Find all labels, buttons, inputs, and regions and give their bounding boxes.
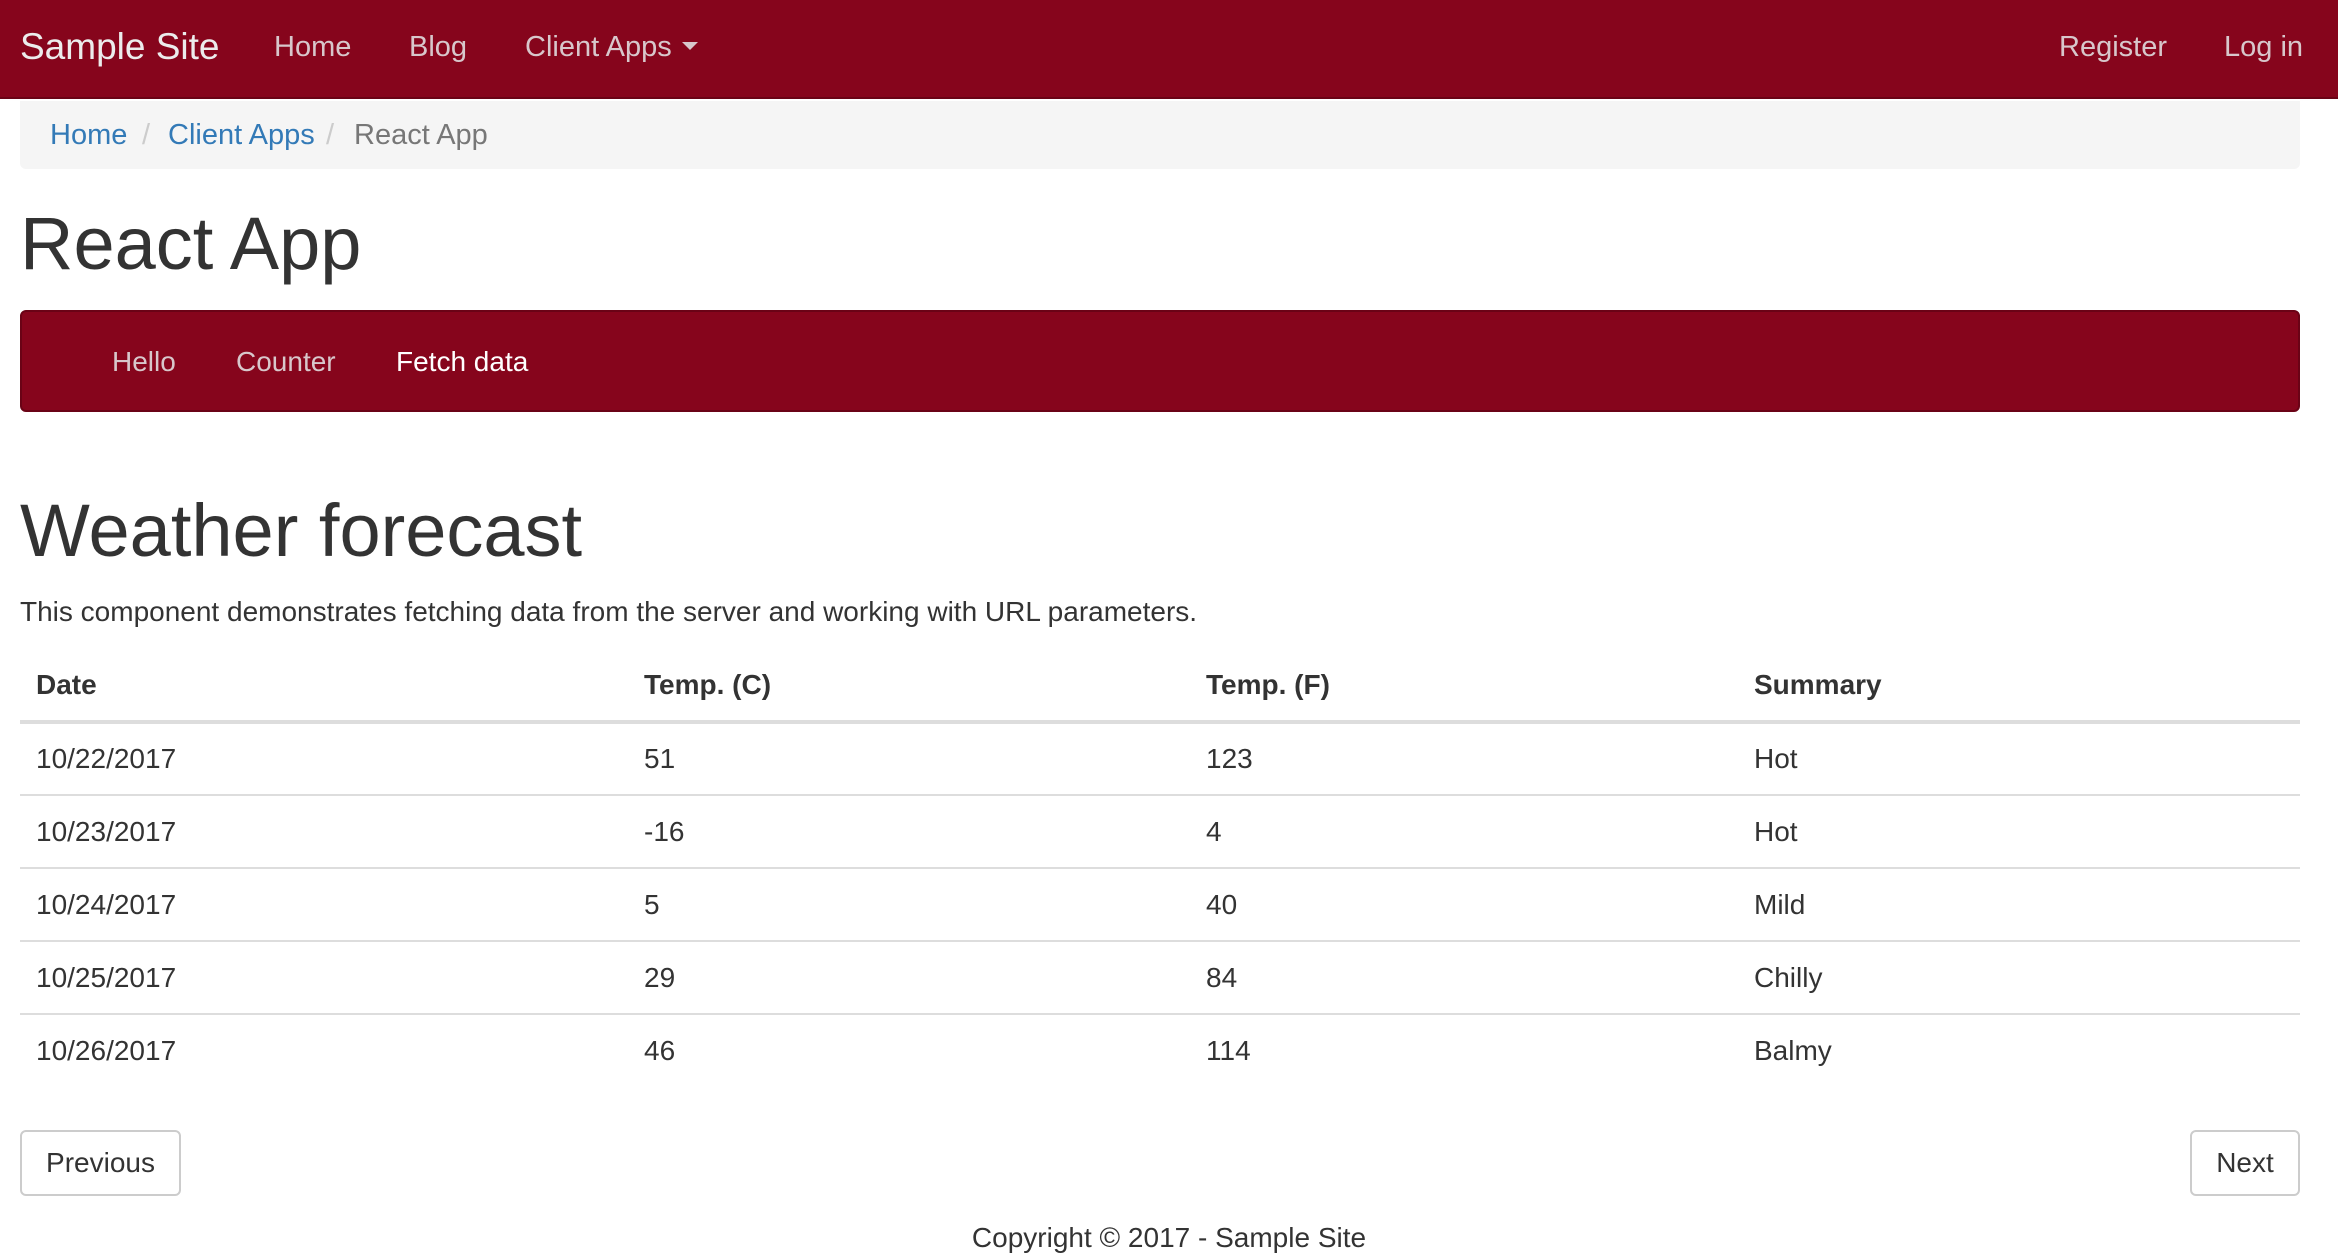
cell-temp-f: 84 (1190, 941, 1738, 1015)
breadcrumb-current: React App (354, 119, 488, 151)
table-row: 10/24/2017 5 40 Mild (20, 868, 2300, 942)
cell-summary: Hot (1738, 795, 2300, 869)
cell-date: 10/24/2017 (20, 868, 628, 942)
brand-link[interactable]: Sample Site (20, 26, 220, 68)
cell-temp-c: 5 (628, 868, 1190, 942)
table-header-row: Date Temp. (C) Temp. (F) Summary (20, 650, 2300, 724)
nav-client-apps-label: Client Apps (525, 31, 672, 63)
cell-temp-c: 46 (644, 1035, 676, 1066)
table-row: 10/26/2017 46 114 Balmy (20, 1014, 2300, 1087)
tab-counter[interactable]: Counter (236, 346, 336, 378)
table-row: 10/22/2017 51 123 Hot (20, 722, 2300, 796)
cell-summary: Mild (1738, 868, 2300, 942)
footer-copyright: Copyright © 2017 - Sample Site (971, 1222, 1367, 1253)
breadcrumb: Home / Client Apps / React App (20, 101, 2300, 169)
forecast-table: Date Temp. (C) Temp. (F) Summary 10/22/2… (20, 650, 2300, 1087)
cell-summary: Balmy (1754, 1035, 1832, 1066)
cell-temp-f: 4 (1190, 795, 1738, 869)
top-navbar: Sample Site Home Blog Client Apps Regist… (0, 0, 2338, 99)
nav-home-link[interactable]: Home (274, 31, 351, 64)
nav-blog-link[interactable]: Blog (409, 31, 467, 64)
cell-temp-f: 123 (1190, 722, 1738, 796)
login-link[interactable]: Log in (2224, 31, 2303, 64)
app-navbar: Hello Counter Fetch data (20, 310, 2300, 412)
cell-summary: Hot (1738, 722, 2300, 796)
cell-date: 10/25/2017 (20, 941, 628, 1015)
cell-date: 10/26/2017 (36, 1035, 177, 1066)
nav-client-apps-dropdown[interactable]: Client Apps (525, 31, 698, 64)
cell-date: 10/23/2017 (20, 795, 628, 869)
caret-down-icon (681, 42, 698, 51)
section-title: Weather forecast (20, 489, 583, 572)
table-row: 10/25/2017 29 84 Chilly (20, 941, 2300, 1015)
tab-hello[interactable]: Hello (112, 346, 176, 378)
cell-temp-c: -16 (628, 795, 1190, 869)
register-link[interactable]: Register (2059, 31, 2167, 64)
page-title: React App (20, 202, 362, 285)
breadcrumb-client-apps-link[interactable]: Client Apps (168, 119, 315, 152)
next-button[interactable]: Next (2190, 1130, 2300, 1196)
breadcrumb-home-link[interactable]: Home (50, 119, 127, 152)
cell-temp-c: 51 (628, 722, 1190, 796)
breadcrumb-separator: / (326, 119, 335, 151)
column-header-temp-f: Temp. (F) (1190, 650, 1738, 724)
cell-summary: Chilly (1738, 941, 2300, 1015)
tab-fetch-data[interactable]: Fetch data (396, 346, 528, 378)
breadcrumb-separator: / (142, 119, 151, 151)
cell-temp-c: 29 (628, 941, 1190, 1015)
column-header-summary: Summary (1738, 650, 2300, 724)
cell-temp-f: 114 (1206, 1035, 1251, 1066)
section-description: This component demonstrates fetching dat… (20, 596, 1198, 627)
table-row: 10/23/2017 -16 4 Hot (20, 795, 2300, 869)
column-header-temp-c: Temp. (C) (628, 650, 1190, 724)
cell-temp-f: 40 (1190, 868, 1738, 942)
previous-button[interactable]: Previous (20, 1130, 181, 1196)
column-header-date: Date (20, 650, 628, 724)
cell-date: 10/22/2017 (20, 722, 628, 796)
